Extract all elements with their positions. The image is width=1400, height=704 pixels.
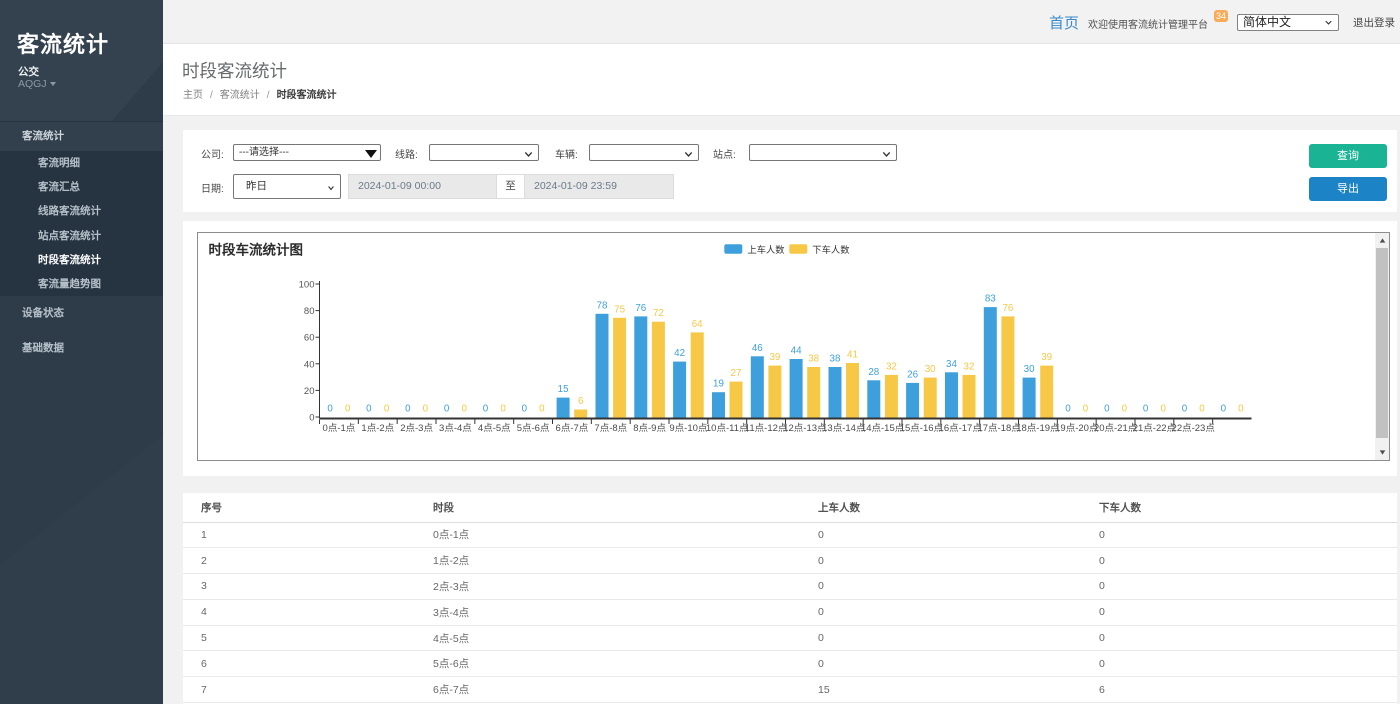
svg-text:30: 30 [1024, 364, 1035, 375]
svg-text:7点-8点: 7点-8点 [594, 423, 627, 434]
svg-text:27: 27 [731, 368, 742, 379]
svg-text:76: 76 [1002, 303, 1013, 314]
svg-text:15: 15 [558, 384, 569, 395]
svg-text:14点-15点: 14点-15点 [861, 423, 905, 434]
svg-text:30: 30 [925, 364, 936, 375]
svg-text:时段车流统计图: 时段车流统计图 [209, 242, 304, 258]
svg-text:100: 100 [299, 280, 315, 291]
svg-text:75: 75 [614, 304, 625, 315]
svg-text:42: 42 [674, 348, 685, 359]
svg-text:41: 41 [847, 350, 858, 361]
svg-text:40: 40 [304, 359, 315, 370]
svg-text:21点-22点: 21点-22点 [1133, 423, 1177, 434]
svg-text:60: 60 [304, 333, 315, 344]
svg-text:4点-5点: 4点-5点 [478, 423, 511, 434]
svg-text:6点-7点: 6点-7点 [556, 423, 589, 434]
svg-text:3点-4点: 3点-4点 [439, 423, 472, 434]
svg-text:0: 0 [1083, 404, 1089, 415]
svg-text:0: 0 [522, 404, 528, 415]
svg-text:18点-19点: 18点-19点 [1016, 423, 1060, 434]
svg-text:0: 0 [461, 404, 467, 415]
svg-text:78: 78 [597, 300, 608, 311]
svg-text:0: 0 [483, 404, 489, 415]
svg-text:0: 0 [384, 404, 390, 415]
svg-text:0: 0 [1160, 404, 1166, 415]
svg-text:72: 72 [653, 308, 664, 319]
svg-text:6: 6 [578, 396, 584, 407]
svg-text:13点-14点: 13点-14点 [822, 423, 866, 434]
svg-text:80: 80 [304, 306, 315, 317]
svg-text:1点-2点: 1点-2点 [361, 423, 394, 434]
svg-text:83: 83 [985, 294, 996, 305]
svg-text:39: 39 [769, 352, 780, 363]
svg-text:8点-9点: 8点-9点 [633, 423, 666, 434]
svg-text:20点-21点: 20点-21点 [1094, 423, 1138, 434]
svg-text:22点-23点: 22点-23点 [1172, 423, 1216, 434]
svg-text:0: 0 [366, 404, 372, 415]
svg-text:0: 0 [539, 404, 545, 415]
svg-text:76: 76 [635, 303, 646, 314]
svg-text:0: 0 [1143, 404, 1149, 415]
svg-text:11点-12点: 11点-12点 [745, 423, 788, 434]
svg-text:0: 0 [405, 404, 411, 415]
svg-text:26: 26 [907, 369, 918, 380]
svg-text:32: 32 [964, 361, 975, 372]
svg-text:0: 0 [500, 404, 506, 415]
svg-text:39: 39 [1041, 352, 1052, 363]
svg-text:0: 0 [327, 404, 333, 415]
svg-text:19点-20点: 19点-20点 [1055, 423, 1099, 434]
svg-text:12点-13点: 12点-13点 [783, 423, 827, 434]
svg-text:2点-3点: 2点-3点 [400, 423, 433, 434]
svg-text:上车人数: 上车人数 [747, 244, 785, 255]
svg-text:0: 0 [1065, 404, 1071, 415]
svg-text:0: 0 [1182, 404, 1188, 415]
svg-text:0: 0 [309, 413, 314, 424]
svg-text:17点-18点: 17点-18点 [977, 423, 1021, 434]
svg-text:9点-10点: 9点-10点 [669, 423, 708, 434]
svg-text:38: 38 [808, 354, 819, 365]
svg-text:44: 44 [791, 346, 802, 357]
svg-text:46: 46 [752, 343, 763, 354]
svg-text:10点-11点: 10点-11点 [706, 423, 749, 434]
svg-text:5点-6点: 5点-6点 [517, 423, 550, 434]
svg-text:0: 0 [345, 404, 351, 415]
svg-text:64: 64 [692, 319, 703, 330]
svg-text:下车人数: 下车人数 [812, 244, 850, 255]
svg-text:28: 28 [868, 367, 879, 378]
svg-text:32: 32 [886, 361, 897, 372]
svg-text:16点-17点: 16点-17点 [939, 423, 983, 434]
svg-text:0: 0 [423, 404, 429, 415]
svg-text:0点-1点: 0点-1点 [323, 423, 356, 434]
svg-text:0: 0 [1238, 404, 1244, 415]
svg-text:0: 0 [1122, 404, 1128, 415]
svg-text:0: 0 [1199, 404, 1205, 415]
svg-text:0: 0 [1221, 404, 1227, 415]
svg-text:20: 20 [304, 386, 315, 397]
svg-text:0: 0 [1104, 404, 1110, 415]
svg-text:15点-16点: 15点-16点 [900, 423, 944, 434]
svg-text:19: 19 [713, 379, 724, 390]
svg-text:34: 34 [946, 359, 957, 370]
svg-text:38: 38 [830, 354, 841, 365]
svg-text:0: 0 [444, 404, 450, 415]
